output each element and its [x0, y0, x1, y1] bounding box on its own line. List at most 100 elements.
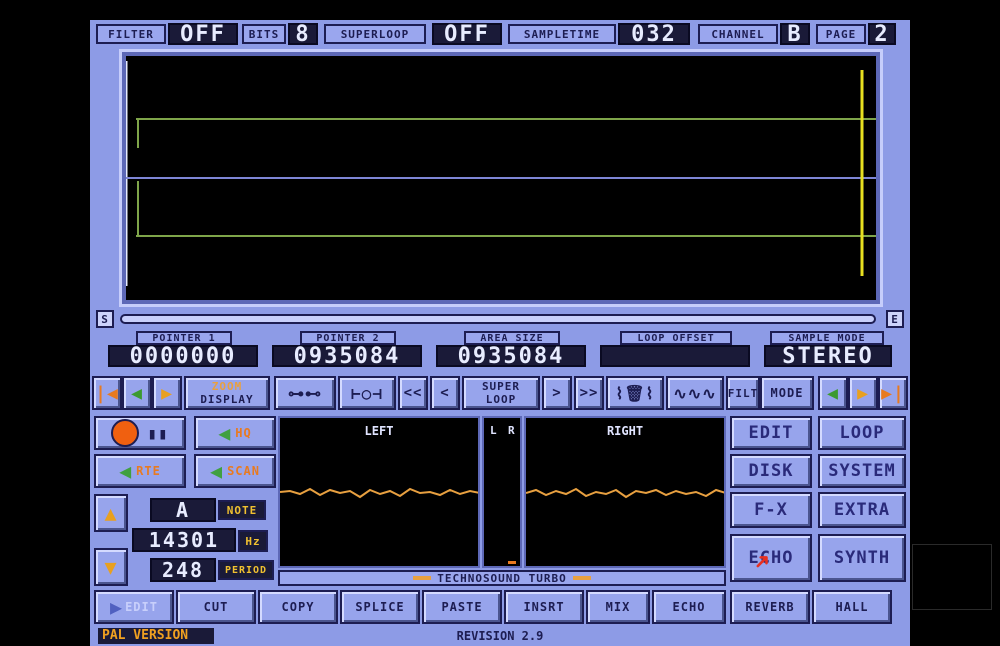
hq-label: HQ: [235, 426, 252, 440]
arrow-right-bar-icon: ▶|: [881, 382, 905, 404]
extra-menu-button[interactable]: EXTRA: [818, 492, 906, 528]
horn-icon: ◀: [119, 459, 133, 483]
super-label: SUPER: [481, 380, 521, 393]
period-label: PERIOD: [218, 560, 274, 580]
forward-fast-button[interactable]: >>: [574, 376, 604, 410]
right-scope: RIGHT: [524, 416, 726, 568]
zoom-out-wave-button[interactable]: ⊢○⊣: [338, 376, 396, 410]
hz-value[interactable]: 14301: [132, 528, 236, 552]
mode-left-button[interactable]: ◀: [818, 376, 848, 410]
page-label: PAGE: [816, 24, 866, 44]
sampletime-label: SAMPLETIME: [508, 24, 616, 44]
scroll-start-button[interactable]: S: [96, 310, 114, 328]
revision-label: REVISION 2.9: [456, 629, 544, 643]
pointer1-value[interactable]: 0000000: [108, 344, 258, 369]
filter-label: FILTER: [96, 24, 166, 44]
rte-button[interactable]: ◀ RTE: [94, 454, 186, 488]
note-label: NOTE: [218, 500, 266, 520]
hall-button[interactable]: HALL: [812, 590, 892, 624]
level-meter: L R: [482, 416, 522, 568]
pointer2-value[interactable]: 0935084: [272, 344, 422, 369]
scroll-end-button[interactable]: E: [886, 310, 904, 328]
loop-menu-button[interactable]: LOOP: [818, 416, 906, 450]
note-value[interactable]: A: [150, 498, 216, 522]
horizontal-scrollbar[interactable]: [120, 314, 876, 324]
pal-version-label: PAL VERSION: [98, 628, 214, 644]
arrow-left-icon: ◀: [131, 382, 143, 404]
arrow-right-icon: ▶: [857, 382, 869, 404]
arrow-right-icon: ▶: [161, 382, 173, 404]
mode-button[interactable]: MODE: [760, 376, 814, 410]
scan-label: SCAN: [227, 464, 260, 478]
arrow-up-icon: ▲: [104, 501, 118, 525]
wave-view-button[interactable]: ∿∿∿: [666, 376, 724, 410]
zoom-out-wave-icon: ⊢○⊣: [351, 383, 383, 403]
zoom-display-button[interactable]: ZOOM DISPLAY: [184, 376, 270, 410]
horn-icon: ◀: [218, 421, 232, 445]
loop-offset-value[interactable]: [600, 345, 750, 367]
level-r-label: R: [508, 424, 515, 437]
insert-button[interactable]: INSRT: [504, 590, 584, 624]
nudge-right-button[interactable]: ▶: [152, 376, 182, 410]
loop-label: LOOP: [485, 393, 517, 406]
filt-button[interactable]: FILT: [726, 376, 760, 410]
edit-menu-button[interactable]: EDIT: [730, 416, 812, 450]
horn-icon: ◀: [210, 459, 224, 483]
reverb-button[interactable]: REVERB: [730, 590, 810, 624]
bits-label: BITS: [242, 24, 286, 44]
waveform-display[interactable]: [122, 52, 880, 304]
note-up-button[interactable]: ▲: [94, 494, 128, 532]
superloop-label: SUPERLOOP: [324, 24, 426, 44]
copy-button[interactable]: COPY: [258, 590, 338, 624]
left-scope: LEFT: [278, 416, 480, 568]
waveform-svg: [126, 61, 876, 286]
zoom-in-wave-button[interactable]: ⊶⊷: [274, 376, 336, 410]
trash-wave-button[interactable]: ⌇🗑⌇: [606, 376, 664, 410]
hq-button[interactable]: ◀ HQ: [194, 416, 276, 450]
period-value[interactable]: 248: [150, 558, 216, 582]
splice-button[interactable]: SPLICE: [340, 590, 420, 624]
forward-button[interactable]: >: [542, 376, 572, 410]
scan-button[interactable]: ◀ SCAN: [194, 454, 276, 488]
note-down-button[interactable]: ▼: [94, 548, 128, 586]
zoom-label: ZOOM: [211, 380, 243, 393]
bits-value[interactable]: 8: [288, 22, 318, 47]
superloop-value[interactable]: OFF: [432, 22, 502, 47]
hz-label: Hz: [238, 530, 268, 552]
arrow-left-icon: ◀: [827, 382, 839, 404]
paste-button[interactable]: PASTE: [422, 590, 502, 624]
edit-play-button[interactable]: ▶ EDIT: [94, 590, 174, 624]
zoom-in-wave-icon: ⊶⊷: [288, 383, 322, 403]
fx-menu-button[interactable]: F-X: [730, 492, 812, 528]
banner-deco-left: [413, 576, 432, 580]
system-menu-button[interactable]: SYSTEM: [818, 454, 906, 488]
nudge-left-button[interactable]: ◀: [122, 376, 152, 410]
echo-button[interactable]: ECHO: [652, 590, 726, 624]
sampletime-value[interactable]: 032: [618, 22, 690, 47]
sample-mode-value[interactable]: STEREO: [764, 344, 892, 369]
banner-text: TECHNOSOUND TURBO: [437, 571, 567, 585]
record-icon: [111, 419, 140, 447]
technosound-banner: TECHNOSOUND TURBO: [278, 570, 726, 586]
synth-menu-button[interactable]: SYNTH: [818, 534, 906, 582]
disk-menu-button[interactable]: DISK: [730, 454, 812, 488]
rewind-button[interactable]: <: [430, 376, 460, 410]
range-start-button[interactable]: |◀: [92, 376, 122, 410]
left-scope-wave: [280, 487, 478, 499]
range-end-button[interactable]: ▶|: [878, 376, 908, 410]
filter-value[interactable]: OFF: [168, 22, 238, 47]
mode-right-button[interactable]: ▶: [848, 376, 878, 410]
cut-button[interactable]: CUT: [176, 590, 256, 624]
rewind-fast-button[interactable]: <<: [398, 376, 428, 410]
display-label: DISPLAY: [200, 393, 254, 406]
channel-value[interactable]: B: [780, 22, 810, 47]
page-value[interactable]: 2: [868, 22, 896, 47]
superloop-button[interactable]: SUPER LOOP: [462, 376, 540, 410]
record-button[interactable]: ▮▮: [94, 416, 186, 450]
waveform-icon: ∿∿∿: [673, 383, 717, 403]
loop-offset-label: LOOP OFFSET: [620, 331, 732, 345]
background-window-ghost: [912, 544, 992, 610]
mix-button[interactable]: MIX: [586, 590, 650, 624]
area-size-value[interactable]: 0935084: [436, 344, 586, 369]
level-bar: [508, 561, 516, 564]
